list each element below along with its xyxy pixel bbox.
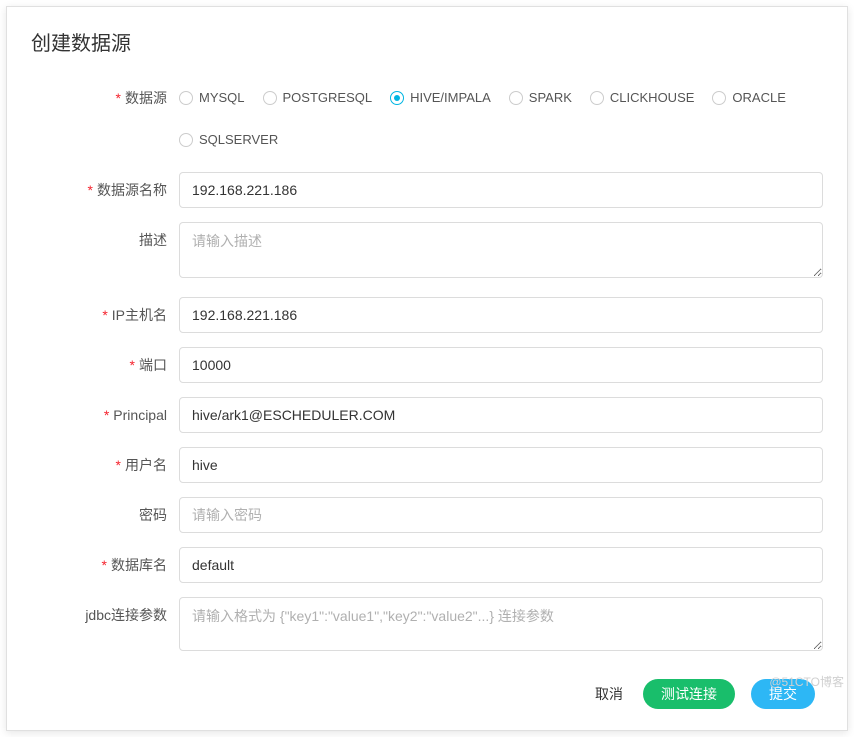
modal-title: 创建数据源 [31,27,823,56]
label-database: *数据库名 [31,547,179,583]
row-username: *用户名 [31,447,823,483]
row-principal: *Principal [31,397,823,433]
radio-icon [590,91,604,105]
watermark: @51CTO博客 [769,673,844,690]
radio-oracle[interactable]: ORACLE [712,80,785,116]
input-password[interactable] [179,497,823,533]
label-datasource-name: *数据源名称 [31,172,179,208]
label-jdbc-params: jdbc连接参数 [31,597,179,633]
row-description: 描述 [31,222,823,283]
label-principal: *Principal [31,397,179,433]
textarea-jdbc-params[interactable] [179,597,823,651]
label-password: 密码 [31,497,179,533]
radio-icon [712,91,726,105]
input-principal[interactable] [179,397,823,433]
radio-icon [179,133,193,147]
radio-icon [390,91,404,105]
label-username: *用户名 [31,447,179,483]
create-datasource-modal: 创建数据源 *数据源 MYSQL POSTGRESQL HIVE/IMPALA … [6,6,848,731]
radio-icon [263,91,277,105]
modal-footer: 取消 测试连接 提交 [31,678,823,710]
row-ip-host: *IP主机名 [31,297,823,333]
input-port[interactable] [179,347,823,383]
input-database[interactable] [179,547,823,583]
row-password: 密码 [31,497,823,533]
radio-group-datasource-type: MYSQL POSTGRESQL HIVE/IMPALA SPARK CLICK… [179,80,823,158]
radio-sqlserver[interactable]: SQLSERVER [179,122,278,158]
row-datasource-type: *数据源 MYSQL POSTGRESQL HIVE/IMPALA SPARK … [31,80,823,158]
textarea-description[interactable] [179,222,823,278]
radio-spark[interactable]: SPARK [509,80,572,116]
radio-icon [179,91,193,105]
radio-clickhouse[interactable]: CLICKHOUSE [590,80,695,116]
radio-postgresql[interactable]: POSTGRESQL [263,80,373,116]
row-datasource-name: *数据源名称 [31,172,823,208]
label-port: *端口 [31,347,179,383]
row-port: *端口 [31,347,823,383]
row-database: *数据库名 [31,547,823,583]
row-jdbc-params: jdbc连接参数 [31,597,823,656]
label-ip-host: *IP主机名 [31,297,179,333]
cancel-button[interactable]: 取消 [591,678,627,710]
radio-icon [509,91,523,105]
radio-mysql[interactable]: MYSQL [179,80,245,116]
input-datasource-name[interactable] [179,172,823,208]
radio-hive-impala[interactable]: HIVE/IMPALA [390,80,491,116]
label-datasource-type: *数据源 [31,80,179,116]
input-ip-host[interactable] [179,297,823,333]
test-connection-button[interactable]: 测试连接 [643,679,735,709]
label-description: 描述 [31,222,179,258]
input-username[interactable] [179,447,823,483]
